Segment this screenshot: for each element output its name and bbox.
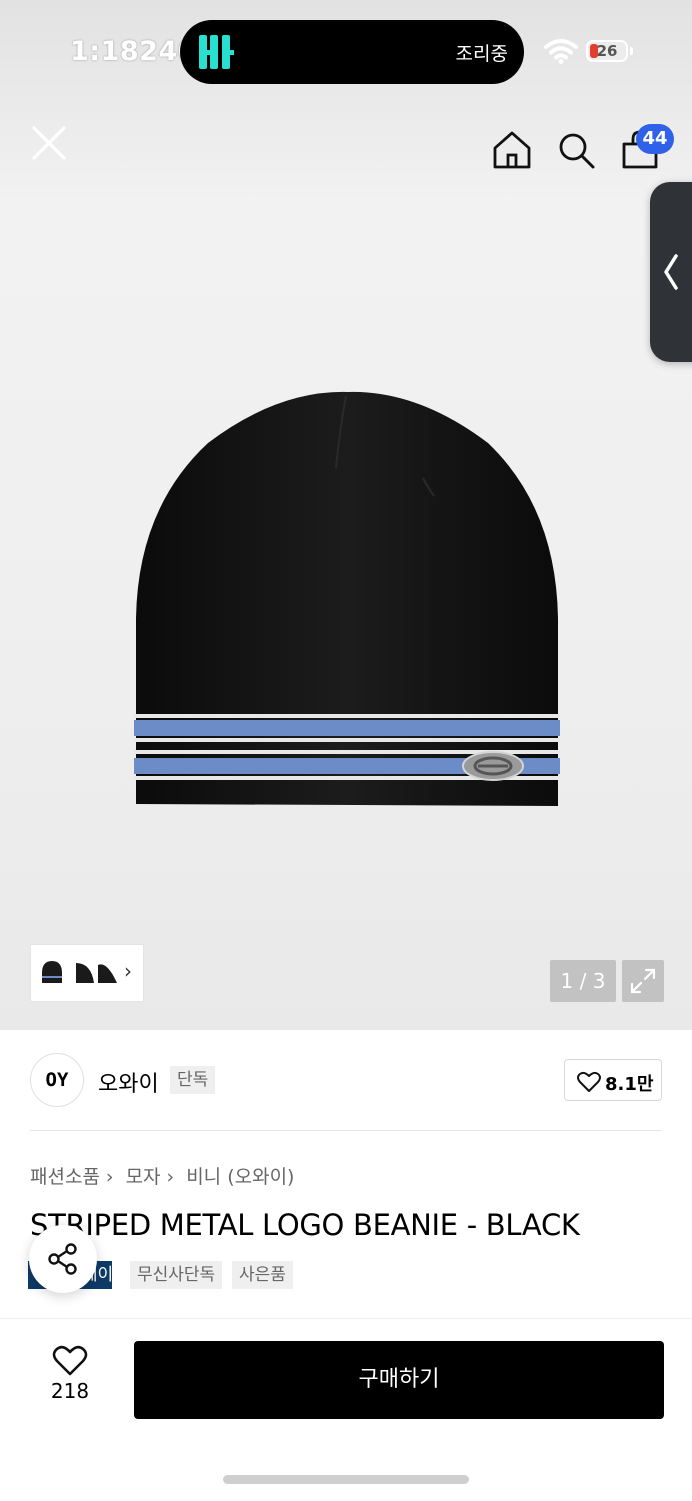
- share-icon: [48, 1243, 77, 1275]
- product-title: STRIPED METAL LOGO BEANIE - BLACK: [30, 1208, 580, 1242]
- thumbnail-strip[interactable]: ›: [30, 944, 144, 1002]
- brand-like-count: 8.1만: [605, 1074, 654, 1095]
- brand-like-button[interactable]: 8.1만: [564, 1059, 662, 1101]
- tag-exclusive: 무신사단독: [130, 1261, 223, 1289]
- wifi-icon: [544, 39, 578, 64]
- breadcrumb-item[interactable]: 비니 (오와이): [186, 1166, 294, 1188]
- battery-icon: 26: [586, 40, 628, 62]
- dynamic-island: 조리중: [180, 20, 524, 84]
- tag-gift: 사은품: [232, 1261, 293, 1289]
- home-button[interactable]: [490, 128, 534, 172]
- thumbnail-back[interactable]: [97, 959, 119, 985]
- brand-name[interactable]: 오와이: [98, 1066, 159, 1098]
- exclusive-badge: 단독: [170, 1066, 216, 1094]
- product-image-area[interactable]: 1:18240 조리중 26 44 › 1 / 3: [0, 0, 692, 1030]
- wishlist-count: 218: [50, 1379, 90, 1403]
- cart-count-badge: 44: [636, 124, 674, 154]
- expand-icon: [630, 968, 656, 994]
- beanie-product-image: [134, 391, 560, 806]
- battery-tip: [630, 47, 633, 55]
- breadcrumb-item[interactable]: 모자: [126, 1166, 161, 1188]
- heart-icon: [52, 1345, 88, 1376]
- wishlist-button[interactable]: 218: [40, 1345, 100, 1415]
- app-activity-icon: [199, 35, 234, 69]
- brand-logo[interactable]: OY: [30, 1053, 84, 1107]
- breadcrumb: 패션소품 › 모자 › 비니 (오와이): [30, 1162, 300, 1189]
- close-icon: [32, 126, 66, 160]
- heart-icon: [577, 1071, 601, 1092]
- breadcrumb-item[interactable]: 패션소품: [30, 1166, 100, 1188]
- breadcrumb-separator: ›: [105, 1166, 114, 1188]
- search-button[interactable]: [554, 128, 598, 172]
- home-indicator[interactable]: [223, 1475, 469, 1484]
- thumbnail-more-chevron[interactable]: ›: [124, 959, 132, 983]
- close-button[interactable]: [28, 122, 70, 164]
- search-icon: [559, 133, 595, 169]
- side-panel-tab[interactable]: [650, 182, 692, 362]
- thumbnail-front[interactable]: [41, 959, 63, 985]
- battery-level: 26: [596, 42, 618, 60]
- thumbnail-side[interactable]: [73, 959, 95, 985]
- status-time: 1:18240: [70, 36, 198, 67]
- home-icon: [493, 131, 531, 169]
- chevron-left-icon: [664, 254, 678, 290]
- image-counter: 1 / 3: [550, 960, 616, 1002]
- buy-button[interactable]: 구매하기: [134, 1341, 664, 1419]
- share-button[interactable]: [29, 1225, 97, 1293]
- island-status-text: 조리중: [455, 43, 508, 65]
- breadcrumb-separator: ›: [166, 1166, 175, 1188]
- expand-button[interactable]: [622, 960, 664, 1002]
- divider: [30, 1130, 662, 1131]
